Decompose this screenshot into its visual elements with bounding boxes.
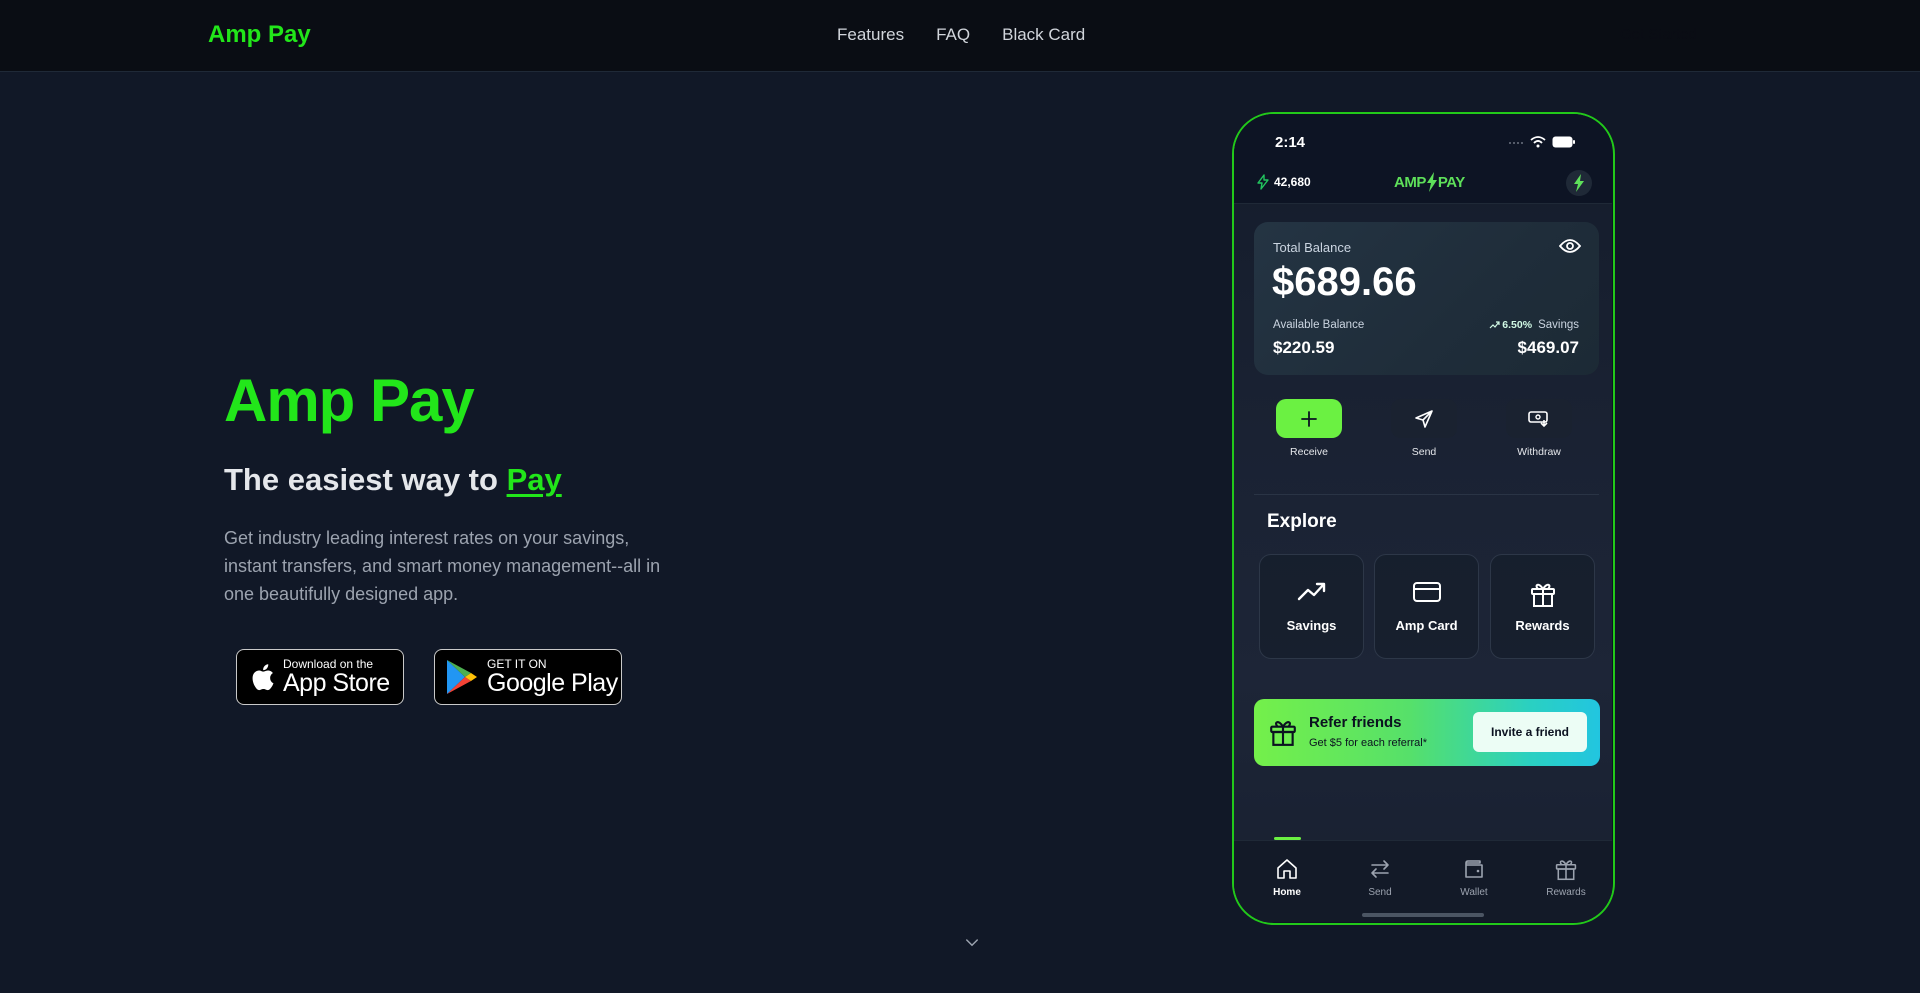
nav-links: Features FAQ Black Card [837,25,1085,45]
savings-label: 6.50% Savings [1489,319,1579,331]
savings-label-text: Savings [1538,319,1579,331]
explore-card-amp-card[interactable]: Amp Card [1374,554,1479,659]
hero-title: Amp Pay [224,367,475,434]
bolt-icon [1426,172,1437,192]
withdraw-icon [1528,410,1548,427]
withdraw-button[interactable] [1506,399,1572,438]
refer-banner: Refer friends Get $5 for each referral* … [1254,699,1600,766]
hero-description: Get industry leading interest rates on y… [224,528,661,604]
balance-card: Total Balance $689.66 Available Balance … [1254,222,1599,375]
withdraw-action[interactable]: Withdraw [1499,399,1579,458]
logo[interactable]: Amp Pay [208,21,311,49]
tab-send[interactable]: Send [1350,857,1410,898]
hero-subtitle-accent: Pay [506,462,562,497]
gift-icon [1555,860,1577,881]
boost-button[interactable] [1566,170,1592,196]
receive-action[interactable]: Receive [1269,399,1349,458]
total-balance-label: Total Balance [1273,240,1352,255]
home-indicator [1362,913,1484,917]
brand-left: AMP [1394,173,1426,191]
refer-title: Refer friends [1309,714,1402,731]
explore-card-rewards[interactable]: Rewards [1490,554,1595,659]
signal-icon [1509,142,1523,144]
paper-plane-icon [1415,409,1433,428]
explore-title: Explore [1267,511,1337,532]
receive-button[interactable] [1276,399,1342,438]
status-bar: 2:14 [1234,114,1612,162]
send-action[interactable]: Send [1384,399,1464,458]
explore-card-rewards-label: Rewards [1515,618,1570,633]
get-started-button[interactable]: Get Started [1620,26,1697,43]
tab-send-label: Send [1368,887,1392,898]
app-store-text: Download on the App Store [283,658,390,696]
available-balance-amount: $220.59 [1273,338,1335,357]
points-badge[interactable]: 42,680 [1256,174,1311,190]
tab-rewards-label: Rewards [1546,887,1586,898]
app-header: 42,680 AMP PAY [1234,162,1612,204]
send-button[interactable] [1391,399,1457,438]
chevron-down-icon[interactable] [963,934,981,952]
wifi-icon [1530,136,1546,148]
eye-icon[interactable] [1559,238,1581,254]
hero-subtitle: The easiest way to Pay [224,462,562,498]
send-label: Send [1411,446,1437,458]
trending-up-icon [1297,582,1325,601]
gift-icon [1270,721,1296,746]
savings-amount: $469.07 [1517,338,1579,357]
hero-subtitle-prefix: The easiest way to [224,462,507,497]
google-play-text: GET IT ON Google Play [487,658,618,696]
nav-link-faq[interactable]: FAQ [936,25,970,45]
available-balance-label: Available Balance [1273,319,1365,331]
brand-right: PAY [1437,173,1465,191]
transfer-icon [1371,860,1389,878]
invite-friend-button[interactable]: Invite a friend [1473,712,1587,752]
tab-home[interactable]: Home [1257,857,1317,898]
status-time: 2:14 [1275,134,1306,151]
app-brand-logo: AMP PAY [1394,172,1465,192]
home-icon [1277,859,1297,879]
savings-rate: 6.50% [1489,319,1532,331]
google-play-big: Google Play [487,669,618,697]
explore-card-amp-card-label: Amp Card [1395,618,1458,633]
nav-link-features[interactable]: Features [837,25,904,45]
tab-indicator [1274,837,1301,840]
app-store-button[interactable]: Download on the App Store [236,649,404,705]
tab-wallet[interactable]: Wallet [1444,857,1504,898]
plus-icon [1301,410,1317,427]
refer-subtitle: Get $5 for each referral* [1309,737,1428,749]
google-play-icon [447,660,477,694]
google-play-button[interactable]: GET IT ON Google Play [434,649,622,705]
gift-icon [1530,583,1555,607]
app-store-big: App Store [283,669,390,697]
trending-up-icon [1489,321,1500,329]
points-value: 42,680 [1274,175,1311,189]
top-nav: Amp Pay Features FAQ Black Card Get Star… [0,0,1920,72]
explore-card-savings-label: Savings [1286,618,1337,633]
phone-mockup: 2:14 42,680 AMP PAY Total Balance $689.6… [1232,112,1615,925]
divider [1254,494,1599,495]
savings-rate-value: 6.50% [1502,319,1533,331]
withdraw-label: Withdraw [1517,446,1561,458]
explore-card-savings[interactable]: Savings [1259,554,1364,659]
total-balance-amount: $689.66 [1272,260,1417,304]
bolt-icon [1257,174,1269,190]
nav-link-black-card[interactable]: Black Card [1002,25,1085,45]
tab-rewards[interactable]: Rewards [1536,857,1596,898]
wallet-icon [1465,860,1483,878]
battery-icon [1552,136,1575,148]
tab-wallet-label: Wallet [1460,887,1488,898]
status-icons [1508,136,1576,148]
tab-home-label: Home [1273,887,1301,898]
phone-screen: 2:14 42,680 AMP PAY Total Balance $689.6… [1234,114,1612,922]
receive-label: Receive [1290,446,1328,458]
credit-card-icon [1412,582,1441,602]
bottom-tab-bar: Home Send Wallet Rewards [1234,837,1612,922]
apple-icon [252,664,274,691]
bolt-icon [1574,174,1584,192]
